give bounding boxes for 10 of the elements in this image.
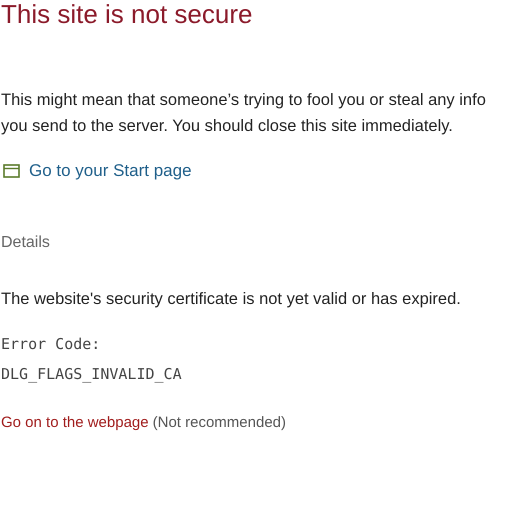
not-recommended-note: (Not recommended)	[152, 414, 286, 431]
error-code: DLG_FLAGS_INVALID_CA	[1, 364, 183, 385]
error-code-label: Error Code:	[1, 334, 102, 355]
window-icon	[3, 164, 20, 178]
details-heading: Details	[1, 233, 51, 253]
certificate-message: The website's security certificate is not yet valid or has expired.	[1, 289, 462, 310]
start-page-link[interactable]: Go to your Start page	[29, 158, 192, 184]
continue-link[interactable]: Go on to the webpage	[1, 414, 149, 431]
page-title: This site is not secure	[1, 0, 254, 31]
warning-message: This might mean that someone’s trying to fool you or steal any info you send to the server. You should close this site immediately.	[1, 90, 487, 137]
